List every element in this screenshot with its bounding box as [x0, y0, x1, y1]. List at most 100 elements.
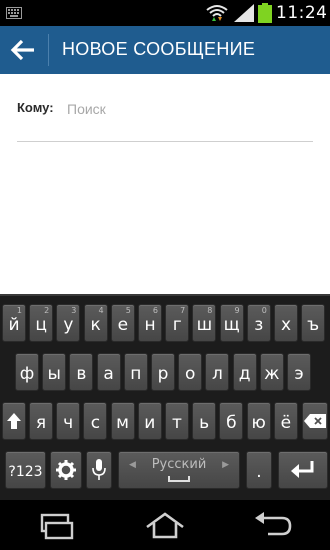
keyboard-notification-icon — [6, 7, 22, 19]
enter-icon — [291, 461, 314, 478]
key-r2-6[interactable]: о — [178, 353, 203, 391]
key-hint: 2 — [44, 306, 50, 315]
key-character: ю — [251, 413, 266, 433]
key-character: е — [117, 315, 129, 335]
recipient-row: Кому: — [17, 98, 313, 142]
recent-apps-icon[interactable] — [34, 510, 78, 540]
back-icon[interactable] — [252, 510, 296, 540]
key-hint: 4 — [98, 306, 104, 315]
key-character: н — [144, 315, 156, 335]
key-r2-0[interactable]: ф — [15, 353, 39, 391]
key-character: к — [90, 315, 101, 335]
page-title: НОВОЕ СООБЩЕНИЕ — [62, 39, 256, 59]
key-r2-3[interactable]: а — [96, 353, 121, 391]
recipient-search-input[interactable] — [67, 98, 307, 120]
key-r3-7[interactable]: б — [219, 402, 244, 440]
key-character: ъ — [307, 315, 320, 335]
key-hint: 9 — [234, 306, 240, 315]
key-r2-10[interactable]: э — [287, 353, 311, 391]
key-r3-4[interactable]: и — [137, 402, 162, 440]
key-r1-7[interactable]: ш8 — [192, 304, 217, 342]
battery-icon — [258, 3, 272, 23]
key-r1-4[interactable]: е5 — [110, 304, 135, 342]
key-character: в — [76, 364, 87, 384]
key-character: ь — [199, 413, 210, 433]
key-r1-0[interactable]: й1 — [2, 304, 26, 342]
key-r3-6[interactable]: ь — [192, 402, 217, 440]
key-character: р — [157, 364, 169, 384]
wifi-icon — [206, 5, 228, 21]
key-character: ш — [196, 315, 213, 335]
microphone-icon — [92, 459, 106, 480]
key-r3-2[interactable]: с — [83, 402, 108, 440]
key-r2-4[interactable]: п — [123, 353, 148, 391]
recipient-label: Кому: — [17, 100, 54, 115]
numbers-key[interactable]: ?123 — [5, 451, 46, 489]
key-r2-1[interactable]: ы — [42, 353, 67, 391]
backspace-icon — [304, 414, 326, 428]
key-hint: 0 — [261, 306, 267, 315]
key-character: ф — [19, 364, 35, 384]
period-key[interactable]: . — [246, 451, 272, 489]
shift-key[interactable] — [2, 402, 26, 440]
keyboard: ?123 ◀ Русский ▶ . й1ц2у3к4е5н6г7ш8щ9з0х… — [0, 294, 330, 500]
enter-key[interactable] — [278, 451, 328, 489]
microphone-key[interactable] — [86, 451, 112, 489]
key-character: э — [294, 364, 304, 384]
navigation-bar — [0, 500, 330, 550]
key-r2-2[interactable]: в — [69, 353, 94, 391]
key-hint: 1 — [16, 306, 22, 315]
key-r1-2[interactable]: у3 — [56, 304, 81, 342]
key-character: д — [238, 364, 251, 384]
key-r1-11[interactable]: ъ — [301, 304, 326, 342]
language-right-icon: ▶ — [222, 460, 229, 470]
shift-icon — [7, 413, 21, 429]
key-character: щ — [223, 315, 240, 335]
key-r1-5[interactable]: н6 — [138, 304, 162, 342]
key-hint: 3 — [71, 306, 77, 315]
key-character: ё — [280, 413, 292, 433]
key-r2-7[interactable]: л — [205, 353, 230, 391]
key-character: б — [226, 413, 237, 433]
key-character: ж — [264, 364, 280, 384]
key-character: а — [103, 364, 114, 384]
key-character: г — [172, 315, 182, 335]
space-language-label: Русский — [151, 457, 207, 472]
key-character: л — [211, 364, 223, 384]
key-character: о — [184, 364, 196, 384]
key-r1-3[interactable]: к4 — [83, 304, 108, 342]
home-icon[interactable] — [143, 510, 187, 540]
key-hint: 8 — [207, 306, 213, 315]
signal-icon — [234, 4, 254, 22]
key-r3-0[interactable]: я — [29, 402, 53, 440]
key-r2-8[interactable]: д — [232, 353, 257, 391]
key-character: я — [35, 413, 47, 433]
key-r1-10[interactable]: х — [274, 304, 298, 342]
key-r3-8[interactable]: ю — [246, 402, 271, 440]
key-character: у — [63, 315, 74, 335]
key-r2-9[interactable]: ж — [259, 353, 284, 391]
key-character: х — [280, 315, 292, 335]
key-r1-8[interactable]: щ9 — [219, 304, 244, 342]
key-r3-1[interactable]: ч — [56, 402, 81, 440]
key-r1-1[interactable]: ц2 — [29, 304, 54, 342]
key-hint: 5 — [125, 306, 131, 315]
settings-gear-icon — [56, 460, 76, 480]
key-character: и — [144, 413, 156, 433]
settings-key[interactable] — [50, 451, 82, 489]
arrow-left-icon[interactable] — [10, 38, 36, 62]
key-r3-5[interactable]: т — [165, 402, 189, 440]
key-hint: 6 — [152, 306, 158, 315]
key-character: т — [172, 413, 182, 433]
backspace-key[interactable] — [302, 402, 328, 440]
key-r2-5[interactable]: р — [151, 353, 175, 391]
key-r3-9[interactable]: ё — [273, 402, 298, 440]
key-r1-6[interactable]: г7 — [165, 304, 190, 342]
status-bar: 11:24 — [0, 0, 330, 26]
key-character: з — [254, 315, 264, 335]
key-character: п — [130, 364, 142, 384]
space-bar-icon — [168, 476, 190, 482]
key-r1-9[interactable]: з0 — [246, 304, 271, 342]
key-r3-3[interactable]: м — [110, 402, 135, 440]
space-key[interactable]: ◀ Русский ▶ — [118, 451, 240, 489]
